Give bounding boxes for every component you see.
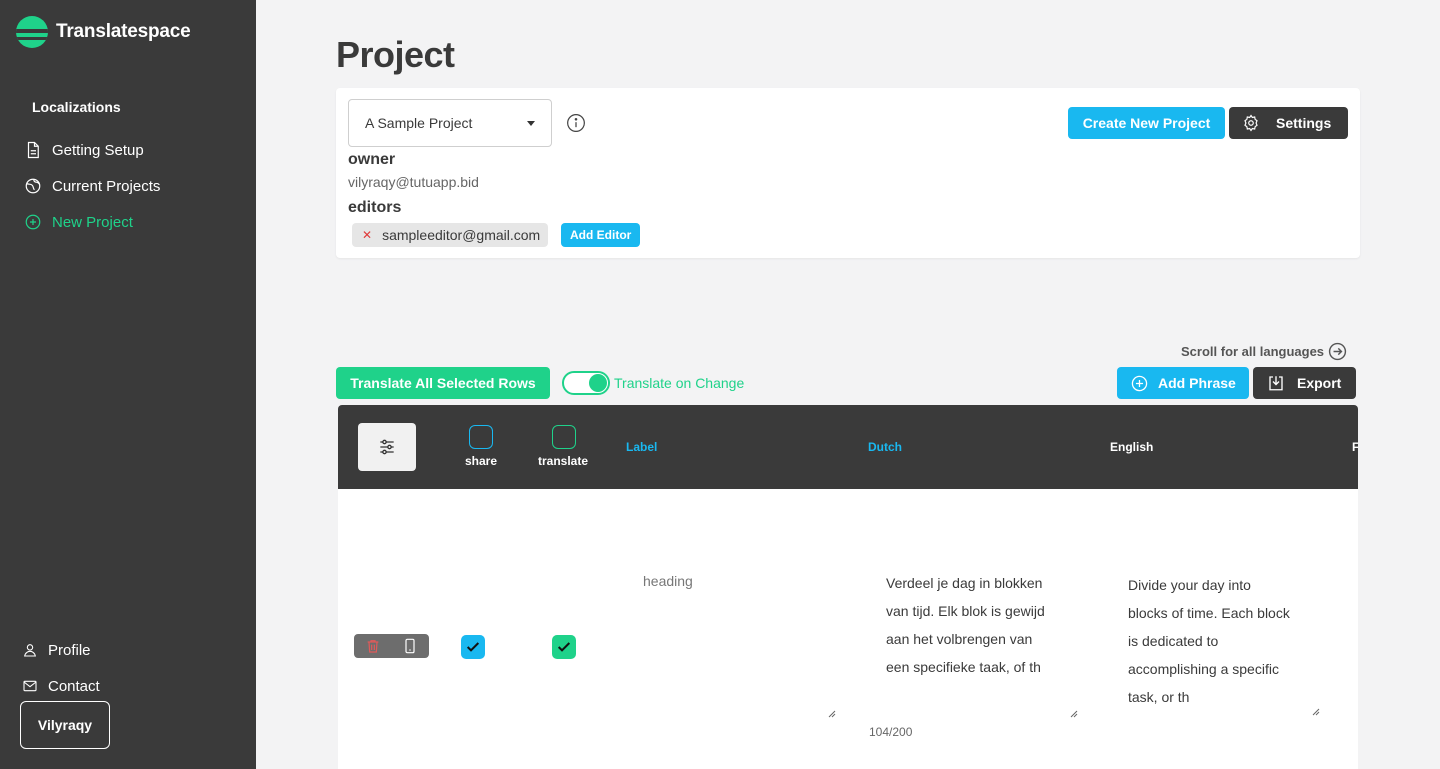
translate-on-change-toggle[interactable] [562, 371, 610, 395]
filter-button[interactable] [358, 423, 416, 471]
add-editor-button[interactable]: Add Editor [561, 223, 641, 247]
table-header: share translate Label Dutch English F [338, 405, 1358, 489]
dutch-textarea[interactable]: Verdeel je dag in blokken van tijd. Elk … [870, 569, 1078, 719]
project-select[interactable]: A Sample Project [348, 99, 552, 147]
caret-down-icon [527, 121, 535, 126]
label-value: heading [643, 573, 693, 589]
resize-handle-icon[interactable] [828, 710, 836, 718]
share-column-label: share [465, 454, 498, 468]
translate-all-selected-rows-button[interactable]: Translate All Selected Rows [336, 367, 550, 399]
owner-email: vilyraqy@tutuapp.bid [348, 174, 479, 190]
scroll-hint-label: Scroll for all languages [1181, 344, 1325, 359]
toggle-knob [589, 374, 607, 392]
translate-on-change-label: Translate on Change [614, 375, 745, 391]
owner-label: owner [348, 151, 396, 168]
sliders-icon [380, 439, 394, 455]
column-header-next[interactable]: F [1352, 440, 1358, 454]
translate-all-checkbox[interactable] [552, 425, 576, 449]
globe-icon [25, 178, 41, 194]
sidebar-item-contact[interactable]: Contact [22, 668, 100, 704]
add-phrase-label: Add Phrase [1158, 375, 1236, 391]
sidebar-nav: Getting Setup Current Projects New Proje… [24, 132, 160, 240]
editor-chip: ✕ sampleeditor@gmail.com [352, 223, 549, 247]
row-translate-checkbox[interactable] [552, 635, 576, 659]
character-counter: 104/200 [869, 725, 913, 739]
project-select-value: A Sample Project [365, 115, 473, 131]
sidebar-item-label: Current Projects [52, 177, 161, 195]
editors-label: editors [348, 199, 402, 216]
user-button[interactable]: Vilyraqy [20, 701, 110, 749]
plus-circle-icon [25, 214, 41, 230]
checkmark-icon [466, 642, 480, 652]
plus-circle-icon [1131, 375, 1148, 391]
settings-label: Settings [1276, 115, 1332, 131]
download-icon [1269, 376, 1283, 391]
editor-email: sampleeditor@gmail.com [382, 227, 541, 243]
checkmark-icon [557, 642, 571, 652]
add-phrase-button[interactable]: Add Phrase [1117, 367, 1249, 399]
page-title: Project [336, 34, 455, 75]
create-new-project-button[interactable]: Create New Project [1068, 107, 1225, 139]
brand-logo-icon [16, 16, 48, 48]
column-header-label[interactable]: Label [626, 440, 657, 454]
scroll-hint[interactable]: Scroll for all languages [1181, 342, 1347, 361]
phrases-table: share translate Label Dutch English F he… [338, 405, 1358, 769]
translate-column-label: translate [538, 454, 589, 468]
sidebar-item-current-projects[interactable]: Current Projects [24, 168, 160, 204]
share-all-checkbox[interactable] [469, 425, 493, 449]
brand[interactable]: Translatespace [16, 16, 191, 48]
arrow-right-circle-icon [1328, 342, 1347, 361]
export-button[interactable]: Export [1253, 367, 1356, 399]
label-textarea[interactable]: heading [628, 569, 836, 719]
export-label: Export [1297, 375, 1342, 391]
info-icon[interactable] [566, 113, 586, 133]
column-header-dutch[interactable]: Dutch [868, 440, 902, 454]
english-value: Divide your day into blocks of time. Eac… [1128, 577, 1290, 705]
row-share-checkbox[interactable] [461, 635, 485, 659]
remove-editor-icon[interactable]: ✕ [362, 228, 372, 242]
column-header-english[interactable]: English [1110, 440, 1153, 454]
document-icon [27, 141, 39, 159]
nav-heading: Localizations [32, 99, 121, 115]
trash-icon[interactable] [365, 638, 381, 654]
sidebar: Translatespace Localizations Getting Set… [0, 0, 256, 769]
sidebar-bottom-nav: Profile Contact [22, 632, 100, 704]
project-card: A Sample Project owner vilyraqy@tutuapp.… [336, 88, 1360, 258]
sidebar-item-getting-setup[interactable]: Getting Setup [24, 132, 160, 168]
brand-name: Translatespace [56, 21, 191, 42]
settings-button[interactable]: Settings [1229, 107, 1348, 139]
resize-handle-icon[interactable] [1312, 708, 1320, 716]
dutch-value: Verdeel je dag in blokken van tijd. Elk … [886, 575, 1045, 675]
sidebar-item-label: Contact [48, 677, 100, 695]
gear-icon [1244, 114, 1258, 132]
sidebar-item-label: New Project [52, 213, 133, 231]
english-textarea[interactable]: Divide your day into blocks of time. Eac… [1112, 571, 1320, 721]
user-icon [24, 644, 36, 657]
sidebar-item-new-project[interactable]: New Project [24, 204, 160, 240]
resize-handle-icon[interactable] [1070, 710, 1078, 718]
row-actions [354, 634, 429, 658]
sidebar-item-label: Profile [48, 641, 91, 659]
sidebar-item-profile[interactable]: Profile [22, 632, 100, 668]
mobile-icon[interactable] [402, 638, 418, 654]
mail-icon [23, 680, 37, 692]
sidebar-item-label: Getting Setup [52, 141, 144, 159]
